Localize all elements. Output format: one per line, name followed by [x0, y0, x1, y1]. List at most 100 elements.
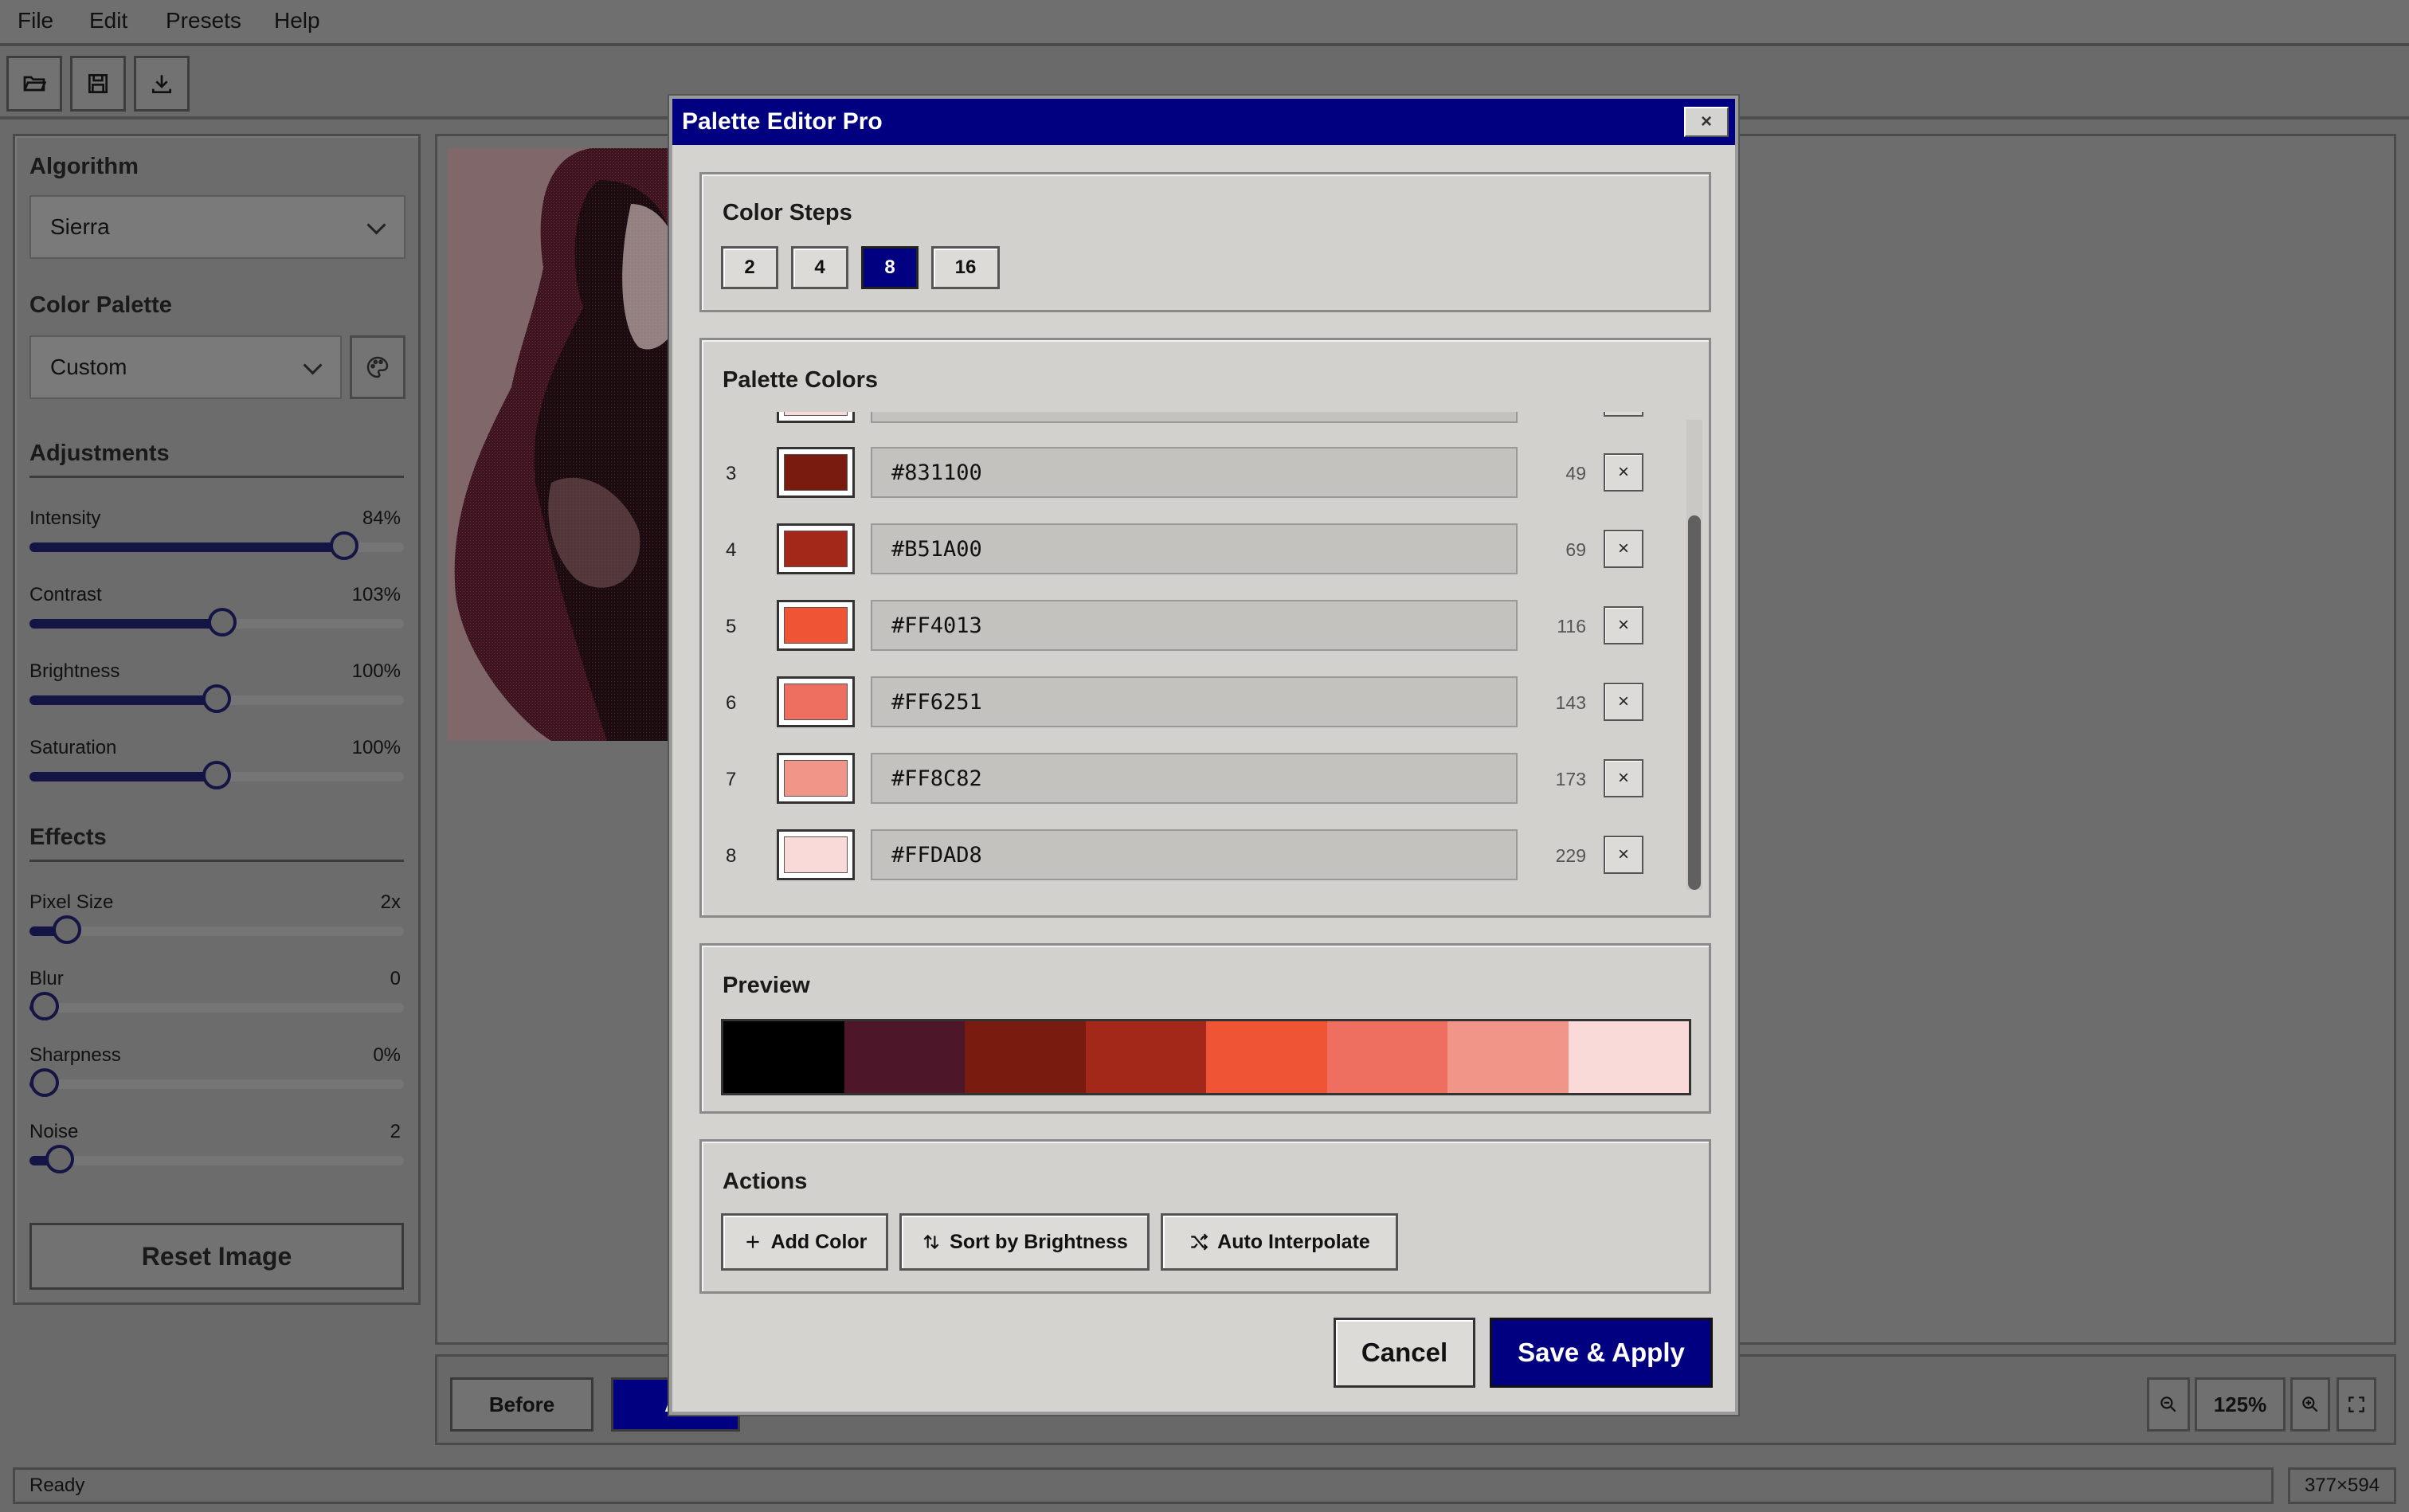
- before-button[interactable]: Before: [450, 1377, 593, 1432]
- menu-edit[interactable]: Edit: [89, 8, 127, 33]
- color-swatch[interactable]: [777, 523, 855, 574]
- auto-interpolate-label: Auto Interpolate: [1217, 1230, 1370, 1253]
- slider-fill: [29, 695, 217, 705]
- palette-list[interactable]: 3 #831100 49 × 4 #B51A00 69 × 5 #FF4013 116 × 6 #FF62…: [702, 412, 1683, 906]
- swatch-fill: [784, 684, 848, 720]
- contrast-slider[interactable]: [29, 608, 404, 637]
- close-icon: ×: [1617, 538, 1629, 559]
- algorithm-select[interactable]: Sierra: [29, 195, 405, 259]
- palette-editor-button[interactable]: [350, 335, 405, 399]
- saturation-slider[interactable]: [29, 761, 404, 789]
- slider-thumb[interactable]: [29, 1068, 59, 1097]
- hex-input[interactable]: #FF8C82: [871, 753, 1518, 804]
- zoom-level: 125%: [2195, 1377, 2286, 1432]
- menu-help[interactable]: Help: [274, 8, 320, 33]
- pixel-count: 116: [1557, 616, 1586, 637]
- color-steps-heading: Color Steps: [723, 200, 852, 225]
- palette-select[interactable]: Custom: [29, 335, 342, 399]
- blur-slider[interactable]: [29, 992, 404, 1020]
- adjustments-heading: Adjustments: [29, 441, 170, 466]
- pixel-count: 49: [1565, 463, 1586, 484]
- swatch-fill: [784, 531, 848, 567]
- step-8-button[interactable]: 8: [861, 246, 919, 289]
- zoom-out-icon: [2160, 1396, 2176, 1412]
- noise-slider[interactable]: [29, 1145, 404, 1173]
- save-apply-button[interactable]: Save & Apply: [1490, 1318, 1713, 1388]
- color-swatch[interactable]: [777, 447, 855, 498]
- color-swatch[interactable]: [777, 412, 855, 423]
- delete-color-button[interactable]: ×: [1604, 606, 1643, 644]
- slider-thumb[interactable]: [29, 992, 59, 1020]
- blur-value: 0: [390, 968, 401, 989]
- delete-color-button[interactable]: ×: [1604, 759, 1643, 797]
- slider-thumb[interactable]: [53, 915, 81, 944]
- hex-input[interactable]: #FF4013: [871, 600, 1518, 651]
- step-16-button[interactable]: 16: [931, 246, 1000, 289]
- color-swatch[interactable]: [777, 753, 855, 804]
- auto-interpolate-button[interactable]: Auto Interpolate: [1161, 1213, 1398, 1271]
- saturation-value: 100%: [351, 737, 401, 758]
- hex-input[interactable]: #B51A00: [871, 523, 1518, 574]
- color-swatch[interactable]: [777, 676, 855, 727]
- delete-color-button[interactable]: ×: [1604, 453, 1643, 492]
- zoom-out-button[interactable]: [2147, 1377, 2190, 1432]
- color-index: 7: [726, 769, 737, 790]
- hex-input[interactable]: [871, 412, 1518, 423]
- delete-color-button[interactable]: ×: [1604, 683, 1643, 721]
- pixel-count: 173: [1555, 769, 1586, 789]
- palette-icon: [366, 356, 389, 378]
- brightness-slider[interactable]: [29, 684, 404, 713]
- zoom-in-button[interactable]: [2290, 1377, 2330, 1432]
- pixel-size-slider[interactable]: [29, 915, 404, 944]
- list-item: 6 #FF6251 143 ×: [702, 676, 1666, 732]
- download-icon: [152, 75, 171, 93]
- delete-color-button[interactable]: [1604, 412, 1643, 417]
- step-4-button[interactable]: 4: [791, 246, 848, 289]
- step-2-button[interactable]: 2: [721, 246, 778, 289]
- slider-thumb[interactable]: [329, 531, 358, 560]
- add-color-button[interactable]: Add Color: [721, 1213, 888, 1271]
- reset-image-button[interactable]: Reset Image: [29, 1223, 404, 1290]
- intensity-slider[interactable]: [29, 531, 404, 560]
- save-button[interactable]: [70, 56, 126, 112]
- algorithm-value: Sierra: [50, 214, 110, 239]
- preview-swatch: [1568, 1021, 1689, 1093]
- preview-heading: Preview: [723, 973, 810, 998]
- close-button[interactable]: ×: [1684, 107, 1729, 137]
- intensity-value: 84%: [362, 507, 401, 529]
- slider-thumb[interactable]: [202, 761, 231, 789]
- color-swatch[interactable]: [777, 829, 855, 880]
- saturation-label: Saturation: [29, 737, 117, 758]
- sharpness-slider[interactable]: [29, 1068, 404, 1097]
- brightness-label: Brightness: [29, 660, 120, 682]
- effects-heading: Effects: [29, 825, 107, 850]
- scrollbar-thumb[interactable]: [1688, 515, 1701, 890]
- save-icon: [88, 74, 108, 93]
- hex-input[interactable]: #FFDAD8: [871, 829, 1518, 880]
- folder-open-icon: [23, 76, 47, 92]
- delete-color-button[interactable]: ×: [1604, 836, 1643, 874]
- menu-file[interactable]: File: [18, 8, 53, 33]
- scrollbar-track[interactable]: [1686, 420, 1702, 890]
- palette-editor-dialog: Palette Editor Pro × Color Steps 2 4 8 1…: [669, 96, 1738, 1415]
- menu-presets[interactable]: Presets: [166, 8, 241, 33]
- slider-thumb[interactable]: [208, 608, 237, 637]
- dialog-title-bar: Palette Editor Pro ×: [672, 99, 1735, 145]
- algorithm-heading: Algorithm: [29, 154, 139, 179]
- export-button[interactable]: [134, 56, 190, 112]
- color-swatch[interactable]: [777, 600, 855, 651]
- preview-swatch: [1326, 1021, 1447, 1093]
- sort-by-brightness-button[interactable]: Sort by Brightness: [899, 1213, 1150, 1271]
- hex-input[interactable]: #831100: [871, 447, 1518, 498]
- close-icon: ×: [1700, 111, 1712, 132]
- hex-input[interactable]: #FF6251: [871, 676, 1518, 727]
- palette-colors-group: Palette Colors 3 #831100 49 × 4 #B51A00 69 × 5 #F…: [699, 338, 1711, 918]
- slider-thumb[interactable]: [202, 684, 231, 713]
- fullscreen-button[interactable]: [2337, 1377, 2376, 1432]
- open-button[interactable]: [6, 56, 62, 112]
- slider-fill: [29, 543, 344, 552]
- cancel-button[interactable]: Cancel: [1334, 1318, 1475, 1388]
- slider-thumb[interactable]: [45, 1145, 74, 1173]
- delete-color-button[interactable]: ×: [1604, 530, 1643, 568]
- palette-heading: Color Palette: [29, 292, 172, 318]
